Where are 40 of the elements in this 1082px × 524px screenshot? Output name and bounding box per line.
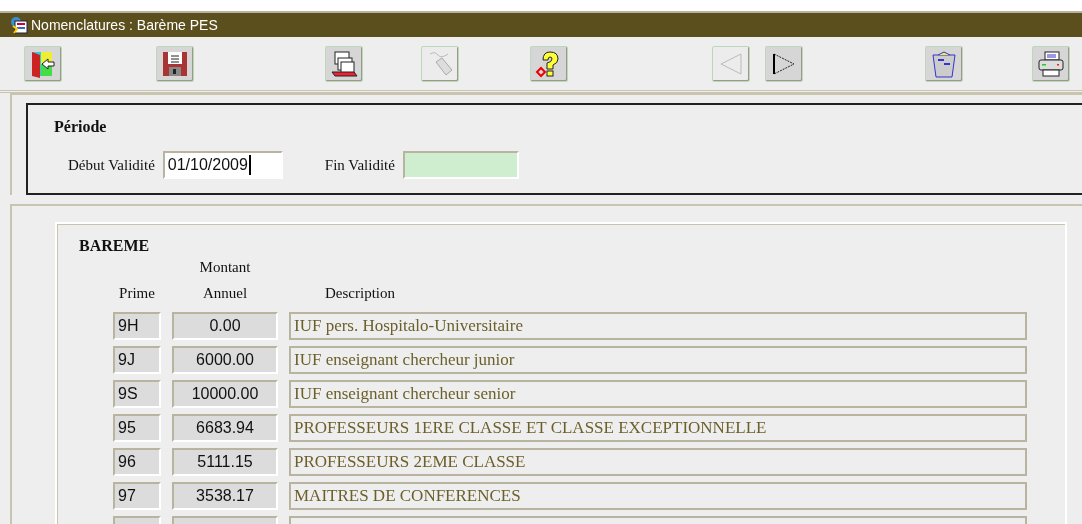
toolbar-button[interactable] xyxy=(765,45,803,82)
table-cell: MAITRES DE CONFERENCES xyxy=(289,482,1027,510)
section-title: BAREME xyxy=(79,236,151,256)
table-cell: 97 xyxy=(113,482,161,510)
table-cell: 95 xyxy=(113,414,161,442)
table-cell: 0.00 xyxy=(172,312,278,340)
table-cell: 9H xyxy=(113,312,161,340)
printer-icon xyxy=(1037,49,1065,78)
table-cell: IUF enseignant chercheur junior xyxy=(289,346,1027,374)
date-input-field[interactable]: 01/10/2009 xyxy=(162,151,283,179)
toolbar-button[interactable] xyxy=(925,45,963,82)
document-stack-icon xyxy=(330,49,358,78)
section-title: Période xyxy=(54,117,108,137)
column-header: Annuel xyxy=(201,284,249,303)
toolbar-button[interactable] xyxy=(530,45,568,82)
column-header: Prime xyxy=(118,284,156,303)
column-header: Description xyxy=(325,284,395,303)
table-cell: IUF pers. Hospitalo-Universitaire xyxy=(289,312,1027,340)
table-cell: 9S xyxy=(113,380,161,408)
table-cell: 6683.94 xyxy=(172,414,278,442)
toolbar-button[interactable] xyxy=(325,45,363,82)
table-cell: 10000.00 xyxy=(172,380,278,408)
column-header: Montant xyxy=(198,258,252,277)
trash-bin-icon xyxy=(930,49,958,78)
table-cell: 5111.15 xyxy=(172,448,278,476)
table-cell: PROFESSEURS 1ERE CLASSE ET CLASSE EXCEPTIONNELLE xyxy=(289,414,1027,442)
exit-door-icon xyxy=(29,49,57,78)
window-title: Nomenclatures : Barème PES xyxy=(31,15,218,35)
table-cell: 9J xyxy=(113,346,161,374)
table-cell: 96 xyxy=(113,448,161,476)
field-label: Début Validité xyxy=(68,155,155,175)
table-cell: IUF enseignant chercheur senior xyxy=(289,380,1027,408)
table-cell: 3538.17 xyxy=(172,482,278,510)
toolbar-button[interactable] xyxy=(156,45,194,82)
table-cell: 6000.00 xyxy=(172,346,278,374)
date-input-field[interactable] xyxy=(402,151,519,179)
toolbar-button[interactable] xyxy=(1032,45,1070,82)
app-icon xyxy=(10,16,28,34)
field-label: Fin Validité xyxy=(324,155,395,175)
table-cell: PROFESSEURS 2EME CLASSE xyxy=(289,448,1027,476)
